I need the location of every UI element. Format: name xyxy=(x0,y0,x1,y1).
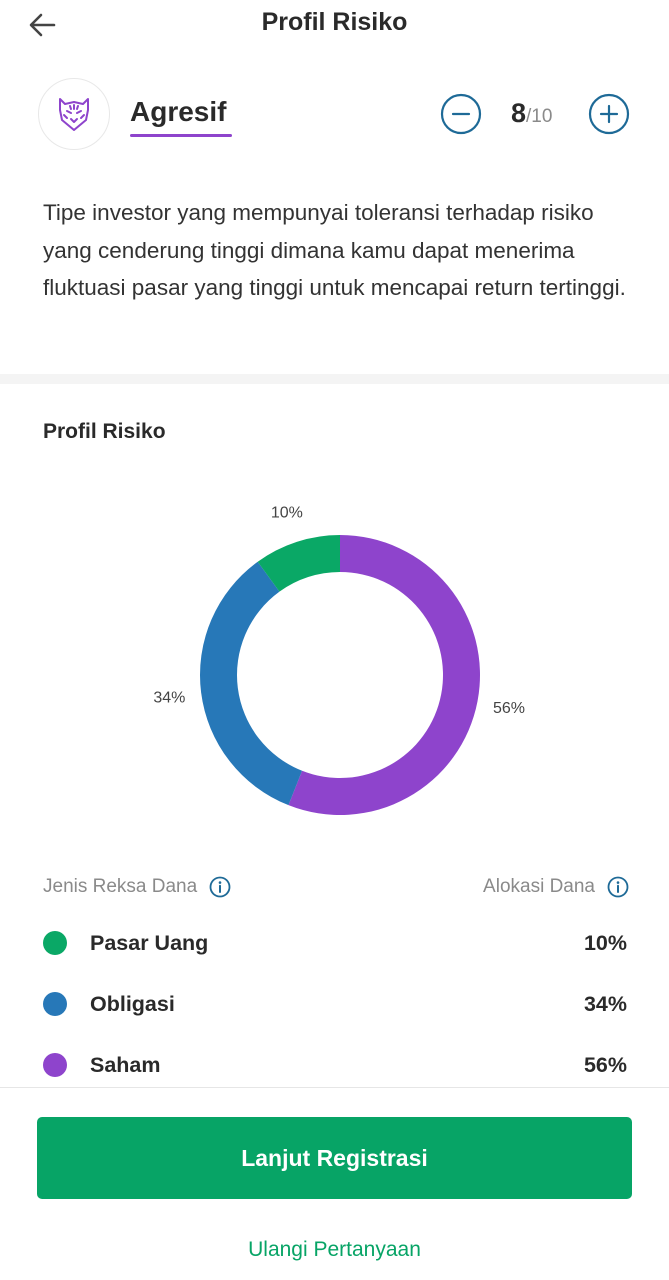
info-icon[interactable] xyxy=(209,876,231,898)
continue-registration-button[interactable]: Lanjut Registrasi xyxy=(37,1117,632,1199)
allocation-donut-chart: 56% 34% 10% xyxy=(153,504,525,815)
profile-description: Tipe investor yang mempunyai toleransi t… xyxy=(43,200,626,300)
increase-score-button[interactable] xyxy=(588,93,630,135)
legend-item-label: Pasar Uang xyxy=(90,930,209,955)
legend-color-dot xyxy=(43,931,67,955)
risk-score-value: 8 xyxy=(511,98,527,128)
legend-item-label: Saham xyxy=(90,1052,161,1077)
avatar xyxy=(38,78,110,150)
legend-item-value: 56% xyxy=(583,1052,627,1077)
decrease-score-button[interactable] xyxy=(440,93,482,135)
legend-item-saham: Saham 56% xyxy=(43,1050,627,1080)
slice-saham xyxy=(288,535,480,815)
slice-label-obligasi: 34% xyxy=(153,690,185,707)
legend-item-obligasi: Obligasi 34% xyxy=(43,989,627,1019)
tiger-icon xyxy=(59,98,89,131)
section-divider xyxy=(0,374,669,384)
legend-item-label: Obligasi xyxy=(90,991,175,1016)
allocation-header-label: Alokasi Dana xyxy=(483,876,595,897)
legend-color-dot xyxy=(43,1053,67,1077)
risk-score: 8/10 xyxy=(511,98,552,129)
slice-label-saham: 56% xyxy=(493,700,525,717)
allocation-header: Alokasi Dana xyxy=(483,876,629,898)
risk-profile-name: Agresif xyxy=(130,96,227,127)
slice-obligasi xyxy=(199,561,303,806)
risk-score-total: /10 xyxy=(526,106,553,127)
fund-type-header: Jenis Reksa Dana xyxy=(43,876,231,898)
fund-type-header-label: Jenis Reksa Dana xyxy=(43,876,198,897)
legend-item-value: 10% xyxy=(583,930,627,955)
page-title: Profil Risiko xyxy=(261,8,408,36)
legend-item-value: 34% xyxy=(583,991,627,1016)
info-icon[interactable] xyxy=(607,876,629,898)
footer-divider xyxy=(0,1087,669,1088)
app-header: Profil Risiko xyxy=(0,0,669,48)
section-title: Profil Risiko xyxy=(43,420,166,443)
legend-color-dot xyxy=(43,992,67,1016)
slice-label-pasar-uang: 10% xyxy=(271,504,303,521)
profile-name-underline xyxy=(130,134,232,137)
legend-item-pasar-uang: Pasar Uang 10% xyxy=(43,928,627,958)
retake-questions-link[interactable]: Ulangi Pertanyaan xyxy=(0,1238,669,1262)
